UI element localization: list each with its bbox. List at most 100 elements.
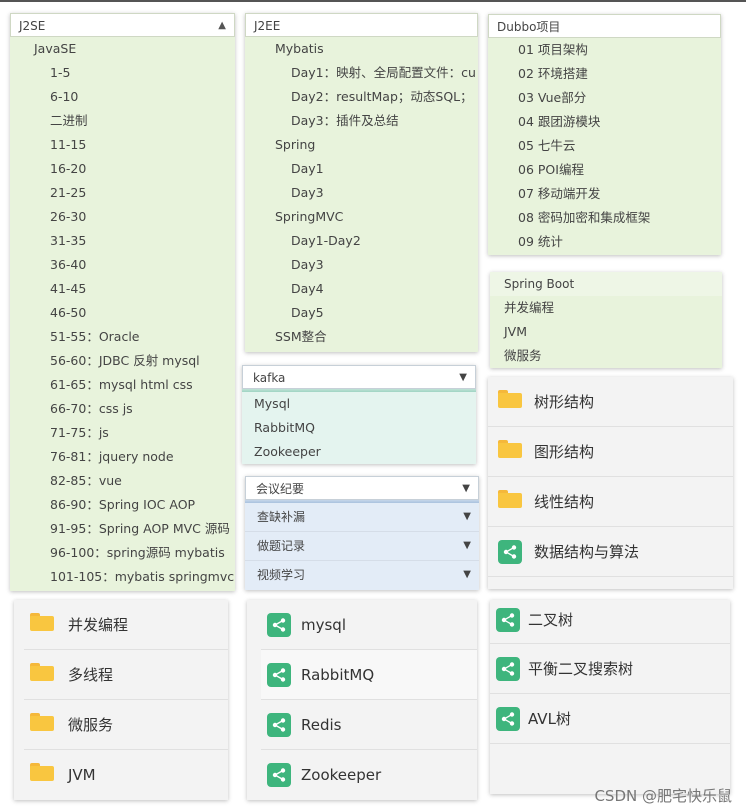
dropdown-item-mysql[interactable]: Mysql — [242, 392, 476, 416]
j2ee-header[interactable]: J2EE — [245, 13, 478, 37]
list-item[interactable]: 平衡二叉搜索树 — [490, 644, 730, 694]
chevron-down-icon[interactable]: ▼ — [462, 477, 470, 501]
tree-item[interactable]: 16-20 — [10, 157, 235, 181]
list-item[interactable]: JVM — [490, 320, 722, 344]
accordion-item[interactable]: 视频学习 ▼ — [245, 561, 479, 589]
tree-item[interactable]: 02 环境搭建 — [488, 62, 721, 86]
tree-item[interactable]: Day4 — [245, 277, 478, 301]
chevron-up-icon[interactable]: ▲ — [218, 14, 226, 38]
share-icon — [496, 707, 520, 731]
tree-item[interactable]: 56-60：JDBC 反射 mysql — [10, 349, 235, 373]
tree-item[interactable]: 11-15 — [10, 133, 235, 157]
tree-item[interactable]: 08 密码加密和集成框架 — [488, 206, 721, 230]
tree-item[interactable]: 76-81：jquery node — [10, 445, 235, 469]
list-item[interactable]: 微服务 — [490, 344, 722, 368]
accordion-item[interactable]: 做题记录 ▼ — [245, 532, 479, 561]
tree-item[interactable]: 82-85：vue — [10, 469, 235, 493]
dubbo-title: Dubbo项目 — [497, 20, 561, 34]
list-item-label: 微服务 — [68, 716, 114, 734]
tree-item-ssm[interactable]: SSM整合 — [245, 325, 478, 349]
list-item-ds-algo[interactable]: 数据结构与算法 — [488, 527, 733, 577]
tree-item[interactable]: Day3 — [245, 253, 478, 277]
tree-item[interactable]: Day3 — [245, 181, 478, 205]
springboot-header[interactable]: Spring Boot — [490, 272, 722, 296]
folder-icon — [498, 490, 522, 508]
tree-item[interactable]: Day1-Day2 — [245, 229, 478, 253]
list-item[interactable]: 并发编程 — [490, 296, 722, 320]
tree-item[interactable]: 04 跟团游模块 — [488, 110, 721, 134]
tree-item[interactable]: 86-90：Spring IOC AOP — [10, 493, 235, 517]
tree-item[interactable]: 71-75：js — [10, 421, 235, 445]
tree-item[interactable]: 07 移动端开发 — [488, 182, 721, 206]
list-item-label: 线性结构 — [534, 493, 595, 511]
springboot-panel: Spring Boot 并发编程 JVM 微服务 — [490, 272, 722, 368]
chevron-down-icon[interactable]: ▼ — [463, 503, 471, 531]
list-item-tree[interactable]: 树形结构 — [488, 377, 733, 427]
tree-item[interactable]: 03 Vue部分 — [488, 86, 721, 110]
list-item-graph[interactable]: 图形结构 — [488, 427, 733, 477]
tree-item[interactable]: Day1 — [245, 157, 478, 181]
tree-item-mybatis[interactable]: Mybatis — [245, 37, 478, 61]
dropdown-item-rabbitmq[interactable]: RabbitMQ — [242, 416, 476, 440]
chevron-down-icon[interactable]: ▼ — [463, 561, 471, 589]
j2se-panel: J2SE ▲ JavaSE 1-5 6-10 二进制 11-15 16-20 2… — [10, 13, 235, 591]
dubbo-header[interactable]: Dubbo项目 — [488, 14, 721, 38]
tree-item[interactable]: Day3：插件及总结 — [245, 109, 478, 133]
list-item[interactable]: Zookeeper — [261, 750, 477, 800]
tree-item[interactable]: 09 统计 — [488, 230, 721, 254]
list-item-linear[interactable]: 线性结构 — [488, 477, 733, 527]
accordion-label: 查缺补漏 — [257, 510, 306, 524]
watermark: CSDN @肥宅快乐鼠 — [594, 787, 732, 805]
tree-item[interactable]: Day5 — [245, 301, 478, 325]
list-item[interactable]: 并发编程 — [24, 600, 228, 650]
tree-item[interactable]: 41-45 — [10, 277, 235, 301]
list-item[interactable]: 微服务 — [24, 700, 228, 750]
tree-item[interactable]: 21-25 — [10, 181, 235, 205]
chevron-down-icon[interactable]: ▼ — [459, 366, 467, 390]
j2se-tree: JavaSE 1-5 6-10 二进制 11-15 16-20 21-25 26… — [10, 37, 235, 589]
tree-item-springmvc[interactable]: SpringMVC — [245, 205, 478, 229]
bottom-left-panel: 并发编程 多线程 微服务 JVM — [14, 600, 228, 800]
list-item-label: AVL树 — [528, 710, 571, 728]
kafka-select[interactable]: kafka ▼ — [242, 365, 476, 389]
list-item[interactable]: mysql — [261, 600, 477, 650]
tree-item[interactable]: 36-40 — [10, 253, 235, 277]
tree-item[interactable]: 01 项目架构 — [488, 38, 721, 62]
ds-list-panel: 树形结构 图形结构 线性结构 数据结构与算法 — [488, 377, 733, 589]
list-item[interactable]: RabbitMQ — [261, 650, 477, 700]
tree-item[interactable]: 06 POI编程 — [488, 158, 721, 182]
list-item[interactable]: JVM — [24, 750, 228, 800]
j2ee-panel: J2EE Mybatis Day1：映射、全局配置文件：cu Day2：resu… — [245, 13, 478, 352]
tree-item[interactable]: 31-35 — [10, 229, 235, 253]
list-item[interactable]: Redis — [261, 700, 477, 750]
list-item[interactable]: AVL树 — [490, 694, 730, 744]
tree-item-spring[interactable]: Spring — [245, 133, 478, 157]
folder-icon — [30, 613, 54, 631]
j2se-header[interactable]: J2SE ▲ — [10, 13, 235, 37]
tree-item[interactable]: 96-100：spring源码 mybatis — [10, 541, 235, 565]
dubbo-tree: 01 项目架构 02 环境搭建 03 Vue部分 04 跟团游模块 05 七牛云… — [488, 38, 721, 254]
tree-item[interactable]: Day2：resultMap；动态SQL； — [245, 85, 478, 109]
bottom-right-panel: 二叉树 平衡二叉搜索树 AVL树 — [490, 600, 730, 794]
dropdown-item-zookeeper[interactable]: Zookeeper — [242, 440, 476, 464]
tree-item[interactable]: 101-105：mybatis springmvc — [10, 565, 235, 589]
meeting-select[interactable]: 会议纪要 ▼ — [245, 476, 479, 500]
tree-item[interactable]: Day1：映射、全局配置文件：cu — [245, 61, 478, 85]
tree-item-javase[interactable]: JavaSE — [10, 37, 235, 61]
list-item[interactable]: 多线程 — [24, 650, 228, 700]
tree-item[interactable]: 91-95：Spring AOP MVC 源码 — [10, 517, 235, 541]
tree-item[interactable]: 51-55：Oracle — [10, 325, 235, 349]
tree-item[interactable]: 二进制 — [10, 109, 235, 133]
tree-item[interactable]: 1-5 — [10, 61, 235, 85]
list-item-label: 二叉树 — [528, 611, 574, 629]
tree-item[interactable]: 6-10 — [10, 85, 235, 109]
chevron-down-icon[interactable]: ▼ — [463, 532, 471, 560]
accordion-item[interactable]: 查缺补漏 ▼ — [245, 503, 479, 532]
tree-item[interactable]: 05 七牛云 — [488, 134, 721, 158]
folder-icon — [498, 390, 522, 408]
tree-item[interactable]: 46-50 — [10, 301, 235, 325]
tree-item[interactable]: 66-70：css js — [10, 397, 235, 421]
tree-item[interactable]: 26-30 — [10, 205, 235, 229]
list-item[interactable]: 二叉树 — [490, 600, 730, 644]
tree-item[interactable]: 61-65：mysql html css — [10, 373, 235, 397]
